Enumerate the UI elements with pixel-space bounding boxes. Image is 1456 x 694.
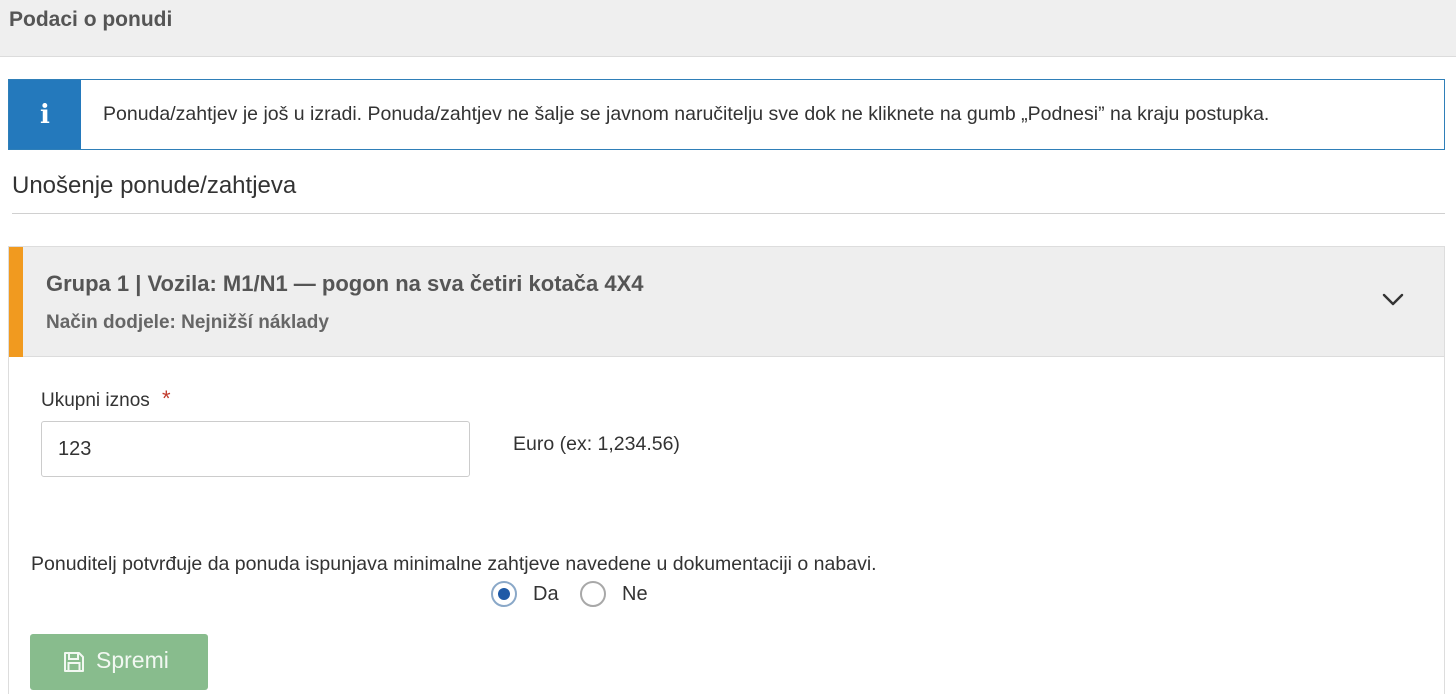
currency-hint: Euro (ex: 1,234.56) bbox=[513, 433, 680, 455]
save-button-label: Spremi bbox=[96, 647, 169, 673]
group-title: Grupa 1 | Vozila: M1/N1 — pogon na sva č… bbox=[46, 271, 644, 296]
required-marker: * bbox=[162, 386, 171, 411]
group-accent-bar bbox=[9, 247, 23, 357]
radio-label-da[interactable]: Da bbox=[533, 583, 559, 606]
radio-label-ne[interactable]: Ne bbox=[622, 583, 648, 606]
group-panel: Grupa 1 | Vozila: M1/N1 — pogon na sva č… bbox=[8, 246, 1445, 694]
page-title: Podaci o ponudi bbox=[9, 8, 173, 31]
info-icon: i bbox=[9, 80, 81, 149]
amount-input[interactable] bbox=[41, 421, 470, 477]
section-heading: Unošenje ponude/zahtjeva bbox=[12, 172, 297, 199]
floppy-disk-icon bbox=[64, 652, 84, 672]
radio-da[interactable] bbox=[491, 581, 517, 607]
group-award-method: Način dodjele: Nejnižší náklady bbox=[46, 312, 329, 333]
info-alert-message: Ponuda/zahtjev je još u izradi. Ponuda/z… bbox=[103, 103, 1270, 125]
info-alert: i Ponuda/zahtjev je još u izradi. Ponuda… bbox=[8, 79, 1445, 150]
section-divider bbox=[12, 213, 1445, 214]
radio-ne[interactable] bbox=[580, 581, 606, 607]
amount-label: Ukupni iznos bbox=[41, 390, 150, 411]
confirmation-question: Ponuditelj potvrđuje da ponuda ispunjava… bbox=[31, 553, 877, 575]
group-header-toggle[interactable]: Grupa 1 | Vozila: M1/N1 — pogon na sva č… bbox=[9, 247, 1444, 357]
top-header-bar: Podaci o ponudi bbox=[0, 0, 1456, 57]
save-button[interactable]: Spremi bbox=[30, 634, 208, 690]
chevron-down-icon[interactable] bbox=[1381, 287, 1405, 311]
page: Podaci o ponudi i Ponuda/zahtjev je još … bbox=[0, 0, 1456, 694]
info-glyph: i bbox=[40, 99, 50, 130]
